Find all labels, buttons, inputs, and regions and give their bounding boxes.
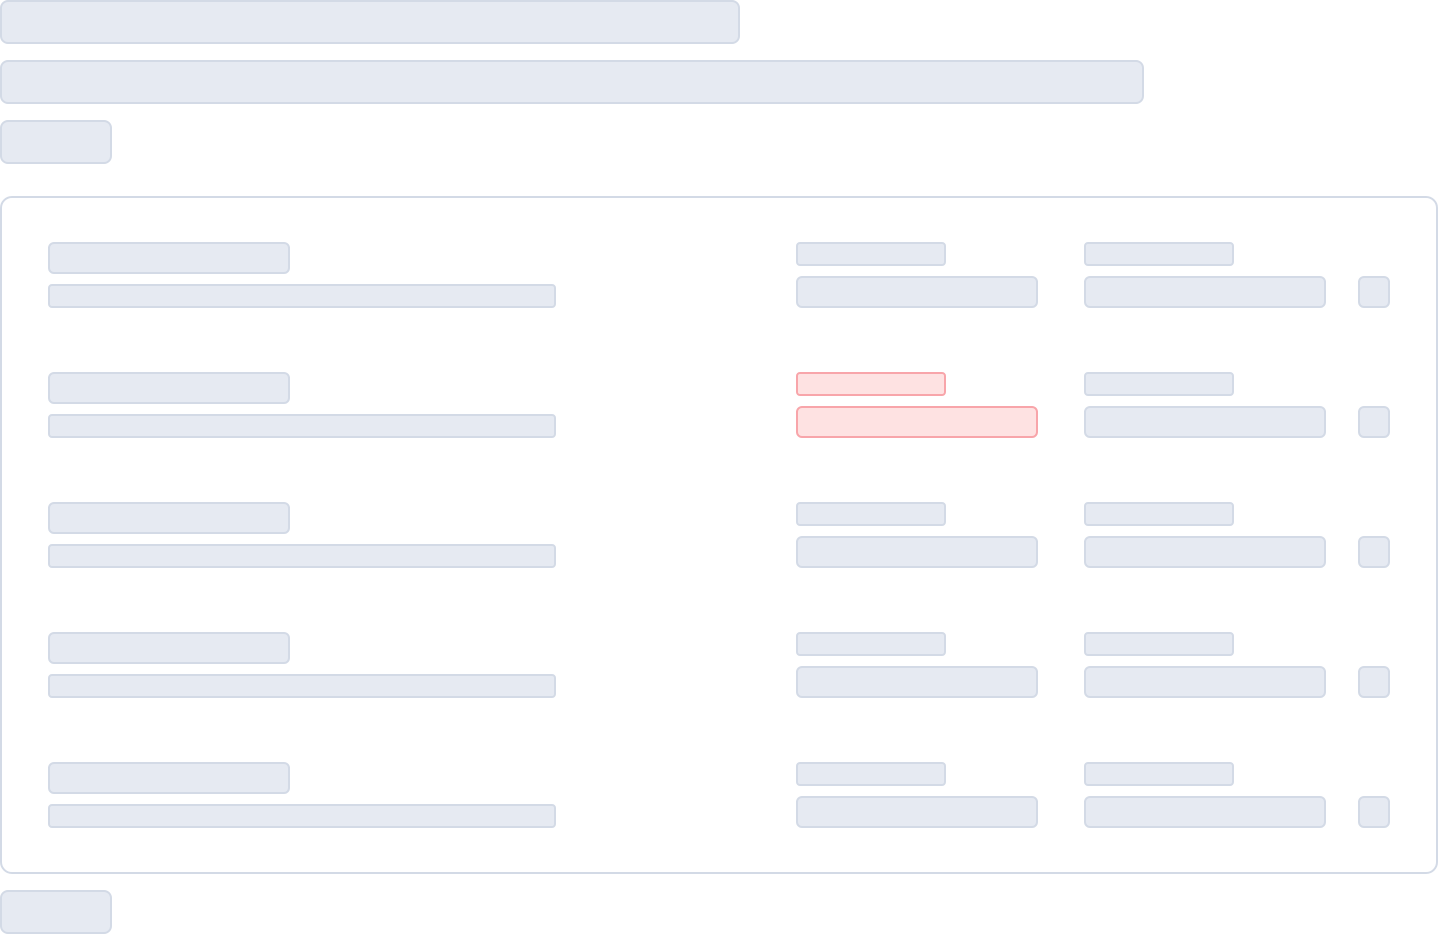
item-name (48, 372, 290, 404)
page-title (0, 0, 740, 44)
list-item (2, 632, 1436, 702)
list-item (2, 372, 1436, 442)
row-action-icon[interactable] (1358, 276, 1390, 308)
field-a-input[interactable] (796, 406, 1038, 438)
field-b-label (1084, 502, 1234, 526)
field-a-label (796, 762, 946, 786)
field-b-input[interactable] (1084, 276, 1326, 308)
page-subtitle (0, 60, 1144, 104)
row-action-icon[interactable] (1358, 406, 1390, 438)
field-b-input[interactable] (1084, 796, 1326, 828)
item-description (48, 544, 556, 568)
item-name (48, 632, 290, 664)
field-b-label (1084, 632, 1234, 656)
field-b-input[interactable] (1084, 536, 1326, 568)
item-description (48, 414, 556, 438)
item-name (48, 242, 290, 274)
field-a-input[interactable] (796, 536, 1038, 568)
field-b-label (1084, 762, 1234, 786)
row-action-icon[interactable] (1358, 796, 1390, 828)
field-b-label (1084, 242, 1234, 266)
list-item (2, 502, 1436, 572)
field-b-input[interactable] (1084, 406, 1326, 438)
field-a-label (796, 632, 946, 656)
settings-list-card (0, 196, 1438, 874)
item-name (48, 502, 290, 534)
field-a-label (796, 242, 946, 266)
item-description (48, 804, 556, 828)
row-action-icon[interactable] (1358, 536, 1390, 568)
field-a-input[interactable] (796, 276, 1038, 308)
field-a-input[interactable] (796, 666, 1038, 698)
field-b-input[interactable] (1084, 666, 1326, 698)
list-item (2, 242, 1436, 312)
top-action-button[interactable] (0, 120, 112, 164)
item-description (48, 284, 556, 308)
list-item (2, 762, 1436, 832)
field-a-label (796, 502, 946, 526)
field-b-label (1084, 372, 1234, 396)
bottom-action-button[interactable] (0, 890, 112, 934)
row-action-icon[interactable] (1358, 666, 1390, 698)
field-a-label (796, 372, 946, 396)
item-description (48, 674, 556, 698)
item-name (48, 762, 290, 794)
field-a-input[interactable] (796, 796, 1038, 828)
